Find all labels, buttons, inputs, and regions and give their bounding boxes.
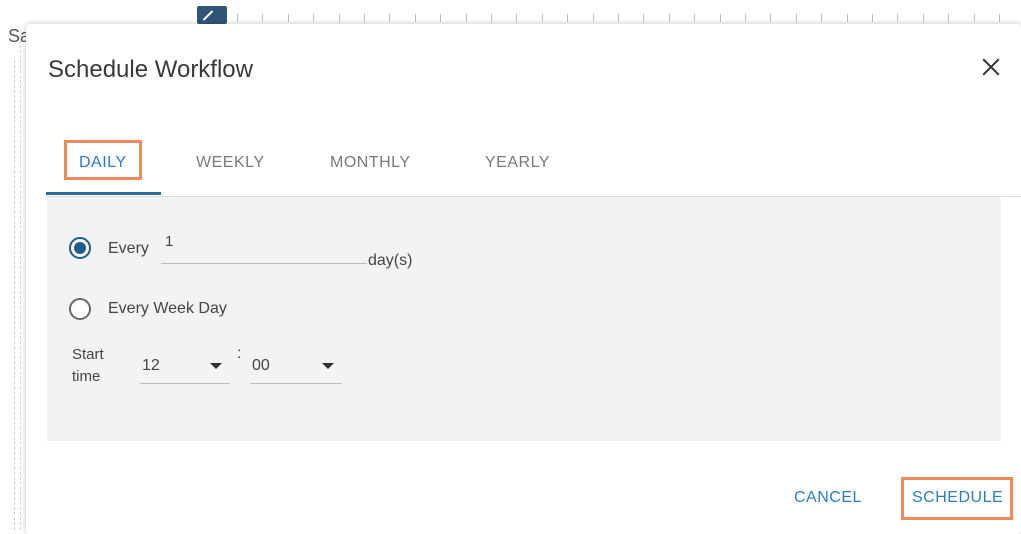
ruler-tick <box>592 14 594 22</box>
dialog-title: Schedule Workflow <box>48 56 253 83</box>
ruler-tick <box>821 14 823 22</box>
ruler-tick <box>287 14 289 22</box>
ruler-tick <box>567 14 569 22</box>
ruler-tick <box>643 14 645 22</box>
ruler-tick <box>313 14 315 22</box>
ruler-tick <box>922 14 924 22</box>
canvas-guide <box>20 30 21 530</box>
ruler-tick <box>694 14 696 22</box>
ruler-tick <box>541 14 543 22</box>
chevron-down-icon <box>210 363 222 369</box>
start-time-label: Start <box>72 346 104 363</box>
ruler-tick <box>516 14 518 22</box>
ruler-tick <box>389 14 391 22</box>
ruler-tick <box>668 14 670 22</box>
ruler-tick <box>414 14 416 22</box>
hour-select[interactable]: 12 <box>140 347 230 384</box>
ruler-tick <box>237 14 238 22</box>
minute-value: 00 <box>252 357 270 374</box>
ruler-tick <box>491 14 492 22</box>
tab-monthly[interactable]: MONTHLY <box>330 154 411 172</box>
schedule-button[interactable]: SCHEDULE <box>912 489 1003 507</box>
ruler-tick <box>973 14 975 22</box>
every-days-value: 1 <box>165 233 174 250</box>
ruler-tick <box>364 14 365 22</box>
cancel-button[interactable]: CANCEL <box>794 489 862 507</box>
time-separator: : <box>237 345 242 362</box>
ruler-tick <box>948 14 950 22</box>
ruler-tick <box>795 14 797 22</box>
days-unit-label: day(s) <box>368 252 413 269</box>
ruler-tick <box>745 14 746 22</box>
schedule-tabs: DAILY WEEKLY MONTHLY YEARLY <box>46 136 1021 197</box>
active-tab-indicator <box>46 192 161 195</box>
every-weekday-label: Every Week Day <box>108 300 227 317</box>
daily-options-panel: Every 1 day(s) Every Week Day Start time… <box>47 197 1001 441</box>
start-time-label-2: time <box>72 368 101 385</box>
schedule-workflow-dialog: Schedule Workflow DAILY WEEKLY MONTHLY Y… <box>26 24 1021 534</box>
tab-yearly[interactable]: YEARLY <box>485 154 550 172</box>
canvas-ruler <box>195 10 1021 24</box>
ruler-tick <box>338 14 340 22</box>
ruler-tick <box>999 14 1000 22</box>
ruler-tick <box>262 14 264 22</box>
ruler-tick <box>618 14 619 22</box>
ruler-tick <box>770 14 772 22</box>
every-days-input[interactable]: 1 <box>161 233 367 264</box>
ruler-tick <box>897 14 899 22</box>
hour-value: 12 <box>142 357 160 374</box>
ruler-tick <box>872 14 873 22</box>
chevron-down-icon <box>322 363 334 369</box>
close-icon[interactable] <box>979 55 1003 79</box>
tab-daily[interactable]: DAILY <box>79 154 127 172</box>
every-days-radio[interactable] <box>69 237 91 259</box>
ruler-tick <box>465 14 467 22</box>
every-weekday-radio[interactable] <box>69 298 91 320</box>
tab-weekly[interactable]: WEEKLY <box>196 154 265 172</box>
ruler-tick <box>846 14 848 22</box>
ruler-tick <box>440 14 442 22</box>
ruler-tick <box>719 14 721 22</box>
canvas-guide <box>14 60 15 530</box>
every-label: Every <box>108 240 149 257</box>
minute-select[interactable]: 00 <box>250 347 342 384</box>
